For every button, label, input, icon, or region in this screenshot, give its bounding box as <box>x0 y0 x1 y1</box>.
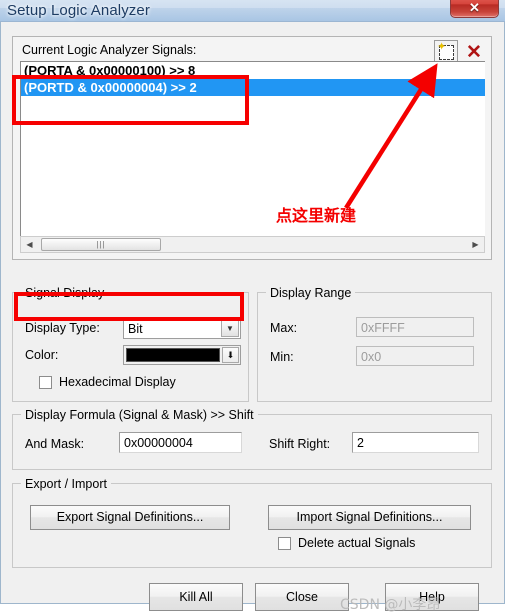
callout-text: 点这里新建 <box>276 206 357 225</box>
window-titlebar: Setup Logic Analyzer ✕ <box>0 0 505 22</box>
import-signal-definitions-button[interactable]: Import Signal Definitions... <box>268 505 471 530</box>
list-item[interactable]: (PORTD & 0x00000004) >> 2 <box>21 79 485 96</box>
display-range-group: Display Range Max: 0xFFFF Min: 0x0 <box>257 286 492 402</box>
scrollbar-thumb[interactable]: ||| <box>41 238 161 251</box>
checkbox-box[interactable] <box>278 536 291 550</box>
shift-right-label: Shift Right: <box>269 437 331 451</box>
display-formula-group: Display Formula (Signal & Mask) >> Shift… <box>12 408 492 470</box>
display-range-group-title: Display Range <box>266 286 356 300</box>
close-button[interactable]: Close <box>255 583 349 611</box>
display-type-value: Bit <box>128 322 143 336</box>
max-field[interactable]: 0xFFFF <box>356 317 474 337</box>
dialog-client-area: Current Logic Analyzer Signals: ✦ ✕ (POR… <box>0 22 505 613</box>
sparkle-icon: ✦ <box>437 41 447 53</box>
delete-actual-signals-label: Delete actual Signals <box>298 536 416 550</box>
color-label: Color: <box>25 348 59 362</box>
export-import-group-title: Export / Import <box>21 477 111 491</box>
and-mask-field[interactable]: 0x00000004 <box>119 432 242 453</box>
export-import-group: Export / Import Export Signal Definition… <box>12 477 492 568</box>
setup-logic-analyzer-dialog: Setup Logic Analyzer ✕ Current Logic Ana… <box>0 0 505 613</box>
hexadecimal-display-label: Hexadecimal Display <box>59 375 176 389</box>
dropdown-arrow-icon[interactable]: ⬇ <box>222 347 239 363</box>
signal-display-group-title: Signal Display <box>21 286 109 300</box>
display-type-select[interactable]: Bit ▼ <box>123 318 241 339</box>
scroll-left-arrow-icon[interactable]: ◀ <box>21 237 38 252</box>
export-signal-definitions-button[interactable]: Export Signal Definitions... <box>30 505 230 530</box>
and-mask-label: And Mask: <box>25 437 85 451</box>
color-swatch <box>126 348 220 362</box>
checkbox-box[interactable] <box>39 375 52 389</box>
min-label: Min: <box>270 350 294 364</box>
chevron-down-icon[interactable]: ▼ <box>221 320 239 337</box>
signal-display-group: Signal Display Display Type: Bit ▼ Color… <box>12 286 249 402</box>
signals-panel: Current Logic Analyzer Signals: ✦ ✕ (POR… <box>12 36 492 260</box>
listbox-horizontal-scrollbar[interactable]: ◀ ||| ▶ <box>20 236 485 253</box>
max-label: Max: <box>270 321 298 335</box>
kill-all-button[interactable]: Kill All <box>149 583 243 611</box>
close-icon: ✕ <box>469 0 480 15</box>
delete-actual-signals-checkbox[interactable]: Delete actual Signals <box>278 536 415 550</box>
hexadecimal-display-checkbox[interactable]: Hexadecimal Display <box>39 375 176 389</box>
display-formula-group-title: Display Formula (Signal & Mask) >> Shift <box>21 408 258 422</box>
min-field[interactable]: 0x0 <box>356 346 474 366</box>
display-type-label: Display Type: <box>25 321 100 335</box>
color-picker-button[interactable]: ⬇ <box>123 345 241 365</box>
list-item[interactable]: (PORTA & 0x00000100) >> 8 <box>21 62 485 79</box>
shift-right-field[interactable]: 2 <box>352 432 479 453</box>
signals-list-label: Current Logic Analyzer Signals: <box>22 43 197 57</box>
window-title: Setup Logic Analyzer <box>7 2 150 19</box>
scroll-right-arrow-icon[interactable]: ▶ <box>467 237 484 252</box>
watermark: CSDN @小李昂 <box>340 597 441 613</box>
window-close-button[interactable]: ✕ <box>450 0 499 18</box>
signals-listbox[interactable]: (PORTA & 0x00000100) >> 8 (PORTD & 0x000… <box>20 61 485 236</box>
